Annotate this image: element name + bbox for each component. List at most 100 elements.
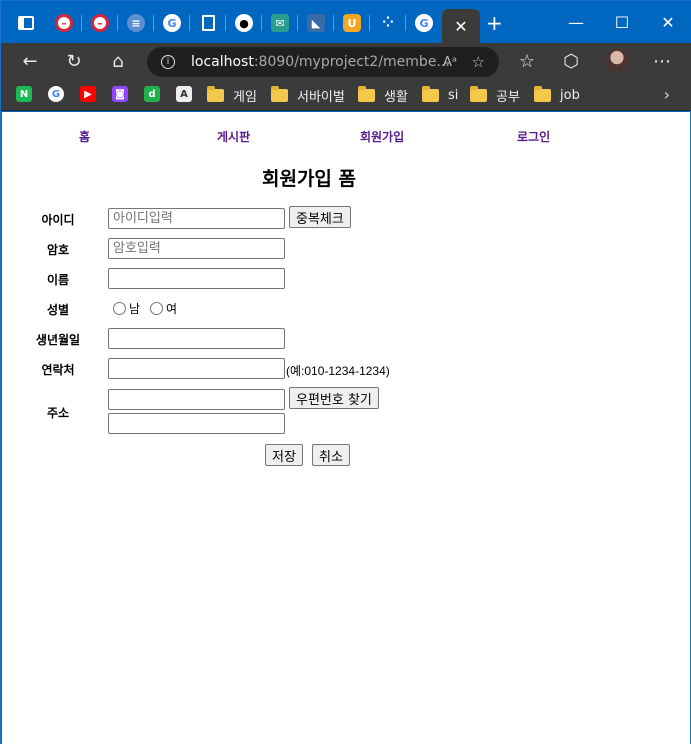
bookmark-d-icon[interactable]: d (144, 86, 160, 102)
tab-5[interactable] (194, 10, 226, 36)
shield-icon: U (343, 14, 361, 32)
tab-actions-icon[interactable] (12, 10, 40, 36)
bookmark-folder-games[interactable]: 게임 (207, 85, 257, 105)
bookmark-folder-job[interactable]: job (534, 85, 580, 105)
extensions-icon[interactable]: ⬡ (558, 49, 584, 73)
tab-9[interactable]: U (338, 10, 370, 36)
tab-strip: – – ≡ G ● ✉ ◣ U ⁘ G ✕ + — ☐ ✕ (1, 1, 691, 43)
address-label: 주소 (46, 406, 70, 420)
more-icon[interactable]: ⋯ (649, 49, 675, 73)
folder-icon (534, 85, 551, 102)
address-bar[interactable]: i localhost:8090/myproject2/membe... Aᵃ … (147, 47, 499, 77)
gender-male-radio[interactable]: 남 (113, 300, 140, 317)
info-icon[interactable]: i (161, 55, 175, 69)
page-content: 홈 게시판 회원가입 로그인 회원가입 폼 아이디 중복체크 암호 이름 성별 … (2, 112, 690, 744)
add-favorite-icon[interactable]: ☆ (472, 53, 485, 71)
refresh-icon[interactable]: ↻ (61, 49, 87, 73)
name-label: 이름 (46, 273, 70, 287)
id-input[interactable] (108, 208, 285, 229)
password-input[interactable] (108, 238, 285, 259)
nav-login-link[interactable]: 로그인 (517, 128, 550, 145)
folder-icon (358, 85, 375, 102)
minimize-icon[interactable]: — (556, 9, 596, 35)
bookmark-folder-study[interactable]: 공부 (470, 85, 520, 105)
name-input[interactable] (108, 268, 285, 289)
tab-2[interactable]: – (86, 10, 118, 36)
github-icon: ● (235, 14, 253, 32)
zipcode-input[interactable] (108, 389, 285, 410)
bookmark-folder-survival[interactable]: 서바이벌 (271, 85, 345, 105)
dots-icon: ⁘ (382, 15, 394, 31)
tab-panel-icon (18, 16, 34, 30)
address-input[interactable] (108, 413, 285, 434)
tab-10[interactable]: ⁘ (374, 10, 406, 36)
nav-signup-link[interactable]: 회원가입 (360, 128, 404, 145)
favorites-icon[interactable]: ☆ (514, 49, 540, 73)
bookmarks-bar: N G ▶ ◙ d A 게임 서바이벌 생활 si 공부 job › (1, 79, 691, 111)
google-icon[interactable]: G (48, 86, 64, 102)
document-icon (201, 15, 215, 31)
cancel-button[interactable]: 취소 (312, 444, 350, 466)
google-icon: G (415, 14, 433, 32)
phone-hint: (예:010-1234-1234) (286, 364, 390, 378)
save-button[interactable]: 저장 (265, 444, 303, 466)
radio-circle[interactable] (113, 302, 126, 315)
gender-male-label: 남 (129, 302, 141, 316)
bookmark-folder-life[interactable]: 생활 (358, 85, 408, 105)
home-icon[interactable]: ⌂ (105, 49, 131, 73)
bookmark-label: 생활 (384, 89, 408, 105)
tab-8[interactable]: ◣ (302, 10, 334, 36)
radio-circle[interactable] (150, 302, 163, 315)
mail-icon: ✉ (271, 14, 289, 32)
birth-label: 생년월일 (35, 333, 81, 347)
tab-1[interactable]: – (50, 10, 82, 36)
bookmark-folder-si[interactable]: si (422, 85, 458, 105)
nav-home-link[interactable]: 홈 (79, 128, 90, 145)
google-icon: G (163, 14, 181, 32)
folder-icon (271, 85, 288, 102)
gender-label: 성별 (46, 303, 70, 317)
id-label: 아이디 (41, 213, 75, 227)
dup-check-button[interactable]: 중복체크 (289, 206, 351, 228)
bookmark-label: job (560, 87, 580, 103)
chevron-right-icon[interactable]: › (664, 85, 670, 104)
gender-female-radio[interactable]: 여 (150, 300, 177, 317)
bookmark-label: 공부 (496, 89, 520, 105)
tab-6[interactable]: ● (230, 10, 262, 36)
password-label: 암호 (46, 243, 70, 257)
gender-female-label: 여 (166, 302, 178, 316)
url-path: :8090/myproject2/membe... (253, 54, 450, 70)
zip-search-button[interactable]: 우편번호 찾기 (289, 387, 379, 409)
phone-label: 연락처 (41, 363, 75, 377)
twitch-icon[interactable]: ◙ (112, 86, 128, 102)
phone-input[interactable] (108, 358, 285, 379)
youtube-icon[interactable]: ▶ (80, 86, 96, 102)
tab-3[interactable]: ≡ (122, 10, 154, 36)
browser-window: – – ≡ G ● ✉ ◣ U ⁘ G ✕ + — ☐ ✕ ← ↻ ⌂ i lo… (0, 0, 691, 744)
url-host: localhost (191, 54, 254, 70)
site-red-icon: – (55, 14, 73, 32)
bookmark-label: 게임 (233, 89, 257, 105)
site-globe-icon: ≡ (127, 14, 145, 32)
nav-board-link[interactable]: 게시판 (217, 128, 250, 145)
folder-icon (470, 85, 487, 102)
avatar[interactable] (605, 48, 629, 72)
maximize-icon[interactable]: ☐ (602, 9, 642, 35)
tab-4[interactable]: G (158, 10, 190, 36)
new-tab-icon[interactable]: + (486, 13, 503, 33)
folder-icon (422, 85, 439, 102)
tab-active[interactable]: ✕ (442, 9, 480, 43)
tab-11[interactable]: G (410, 10, 438, 36)
folder-icon (207, 85, 224, 102)
read-aloud-icon[interactable]: Aᵃ (443, 55, 457, 70)
site-red-icon: – (91, 14, 109, 32)
toolbar: ← ↻ ⌂ i localhost:8090/myproject2/membe.… (1, 43, 691, 79)
tab-7[interactable]: ✉ (266, 10, 298, 36)
close-window-icon[interactable]: ✕ (648, 9, 688, 35)
bookmark-n-icon[interactable]: N (16, 86, 32, 102)
birth-input[interactable] (108, 328, 285, 349)
bookmark-a-icon[interactable]: A (176, 86, 192, 102)
bookmark-label: 서바이벌 (297, 89, 345, 105)
close-tab-icon[interactable]: ✕ (454, 17, 467, 36)
back-icon[interactable]: ← (17, 49, 43, 73)
